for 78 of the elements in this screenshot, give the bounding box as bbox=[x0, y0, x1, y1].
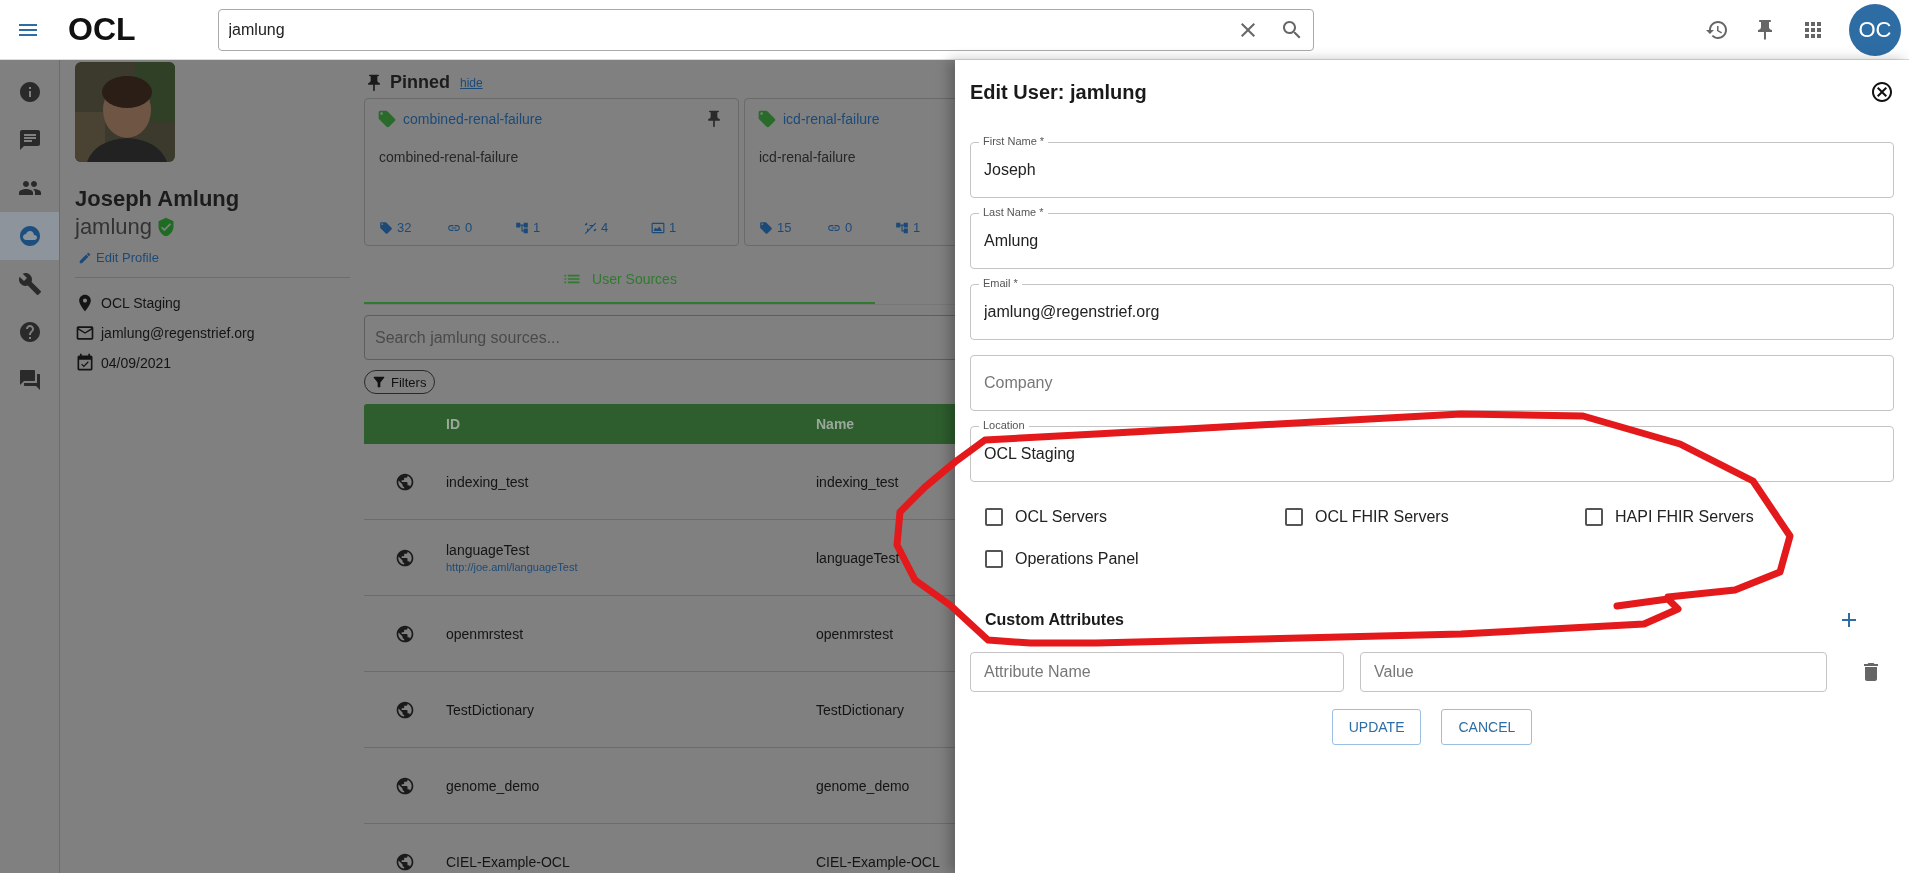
app-logo[interactable]: OCL bbox=[68, 11, 136, 48]
table-cell-text: CIEL-Example-OCL bbox=[446, 853, 571, 870]
profile-detail: OCL Staging bbox=[101, 295, 181, 311]
tree-icon bbox=[515, 220, 529, 235]
card-description: icd-renal-failure bbox=[759, 149, 857, 165]
checkbox-label[interactable]: OCL Servers bbox=[1015, 508, 1107, 526]
table-cell: genome_demo bbox=[816, 777, 910, 794]
tag-icon bbox=[377, 109, 397, 129]
globe-icon bbox=[395, 547, 415, 568]
profile-detail: jamlung@regenstrief.org bbox=[101, 325, 255, 341]
field-label: Email * bbox=[979, 276, 1022, 290]
field-label: First Name * bbox=[979, 134, 1049, 148]
globe-icon bbox=[395, 699, 415, 720]
attribute-name-field[interactable]: Attribute Name bbox=[970, 652, 1344, 692]
text-field[interactable]: Company bbox=[970, 355, 1894, 411]
profile-username: jamlung bbox=[75, 214, 153, 240]
checkbox[interactable] bbox=[985, 508, 1003, 526]
table-cell: openmrstest bbox=[816, 625, 894, 642]
profile-detail: 04/09/2021 bbox=[101, 355, 172, 371]
field-label: Last Name * bbox=[979, 205, 1048, 219]
pinned-heading: Pinned bbox=[390, 72, 450, 93]
card-description: combined-renal-failure bbox=[379, 149, 520, 165]
chat-icon bbox=[17, 128, 42, 152]
user-avatar[interactable]: OC bbox=[1849, 3, 1901, 56]
checkbox[interactable] bbox=[1285, 508, 1303, 526]
checkbox-label[interactable]: OCL FHIR Servers bbox=[1315, 508, 1449, 526]
attribute-value-field[interactable]: Value bbox=[1360, 652, 1827, 692]
table-cell-text: TestDictionary bbox=[446, 701, 535, 718]
tag-icon bbox=[379, 220, 393, 235]
info-icon bbox=[17, 80, 42, 104]
picture-frame-icon bbox=[651, 220, 665, 235]
table-cell: TestDictionary bbox=[816, 701, 904, 718]
globe-icon bbox=[395, 775, 415, 796]
stat-count: 0 bbox=[845, 220, 853, 235]
table-cell: indexing_test bbox=[816, 473, 899, 490]
section-heading: Custom Attributes bbox=[985, 611, 1124, 629]
filter-icon[interactable] bbox=[371, 374, 387, 390]
globe-icon bbox=[395, 851, 415, 872]
stat-count: 1 bbox=[913, 220, 921, 235]
cloud-icon bbox=[17, 224, 42, 248]
help-icon bbox=[17, 320, 42, 344]
checkbox-label[interactable]: Operations Panel bbox=[1015, 550, 1139, 568]
profile-name: Joseph Amlung bbox=[75, 186, 241, 212]
search-field[interactable]: jamlung bbox=[217, 8, 1314, 51]
wrench-icon bbox=[17, 272, 42, 296]
field-label: Location bbox=[979, 418, 1029, 432]
table-cell-text: genome_demo bbox=[446, 777, 541, 794]
stat-count: 32 bbox=[397, 220, 412, 235]
table-cell-text: indexing_test bbox=[446, 473, 530, 490]
tree-icon bbox=[895, 220, 909, 235]
globe-icon bbox=[395, 471, 415, 492]
column-header[interactable]: ID bbox=[446, 416, 816, 432]
stat-count: 0 bbox=[465, 220, 473, 235]
table-cell: CIEL-Example-OCL bbox=[816, 853, 940, 870]
stat-count: 1 bbox=[533, 220, 541, 235]
checkbox-label[interactable]: HAPI FHIR Servers bbox=[1615, 508, 1754, 526]
checkbox[interactable] bbox=[1585, 508, 1603, 526]
update-button[interactable]: UPDATE bbox=[1331, 709, 1422, 745]
tag-icon bbox=[757, 109, 777, 129]
pinned-card[interactable]: combined-renal-failure combined-renal-failure 32 0 1 4 1 bbox=[364, 98, 739, 246]
tag-icon bbox=[759, 220, 773, 235]
forum-icon bbox=[17, 368, 42, 392]
checkbox[interactable] bbox=[985, 550, 1003, 568]
slashed-icon bbox=[583, 220, 597, 235]
drawer-title: Edit User: jamlung bbox=[970, 80, 1147, 104]
stat-count: 4 bbox=[601, 220, 609, 235]
stat-count: 15 bbox=[777, 220, 792, 235]
nav-item[interactable] bbox=[0, 212, 59, 260]
globe-icon bbox=[395, 623, 415, 644]
stat-count: 1 bbox=[669, 220, 677, 235]
cancel-button[interactable]: CANCEL bbox=[1441, 709, 1533, 745]
table-cell: languageTest bbox=[816, 549, 900, 566]
table-cell-text: languageTest bbox=[446, 542, 531, 558]
table-cell-text: openmrstest bbox=[446, 625, 525, 642]
column-header[interactable]: Name bbox=[816, 416, 855, 432]
mail-icon bbox=[75, 323, 95, 343]
close-icon[interactable] bbox=[1870, 80, 1894, 104]
calendar-icon bbox=[75, 353, 95, 373]
